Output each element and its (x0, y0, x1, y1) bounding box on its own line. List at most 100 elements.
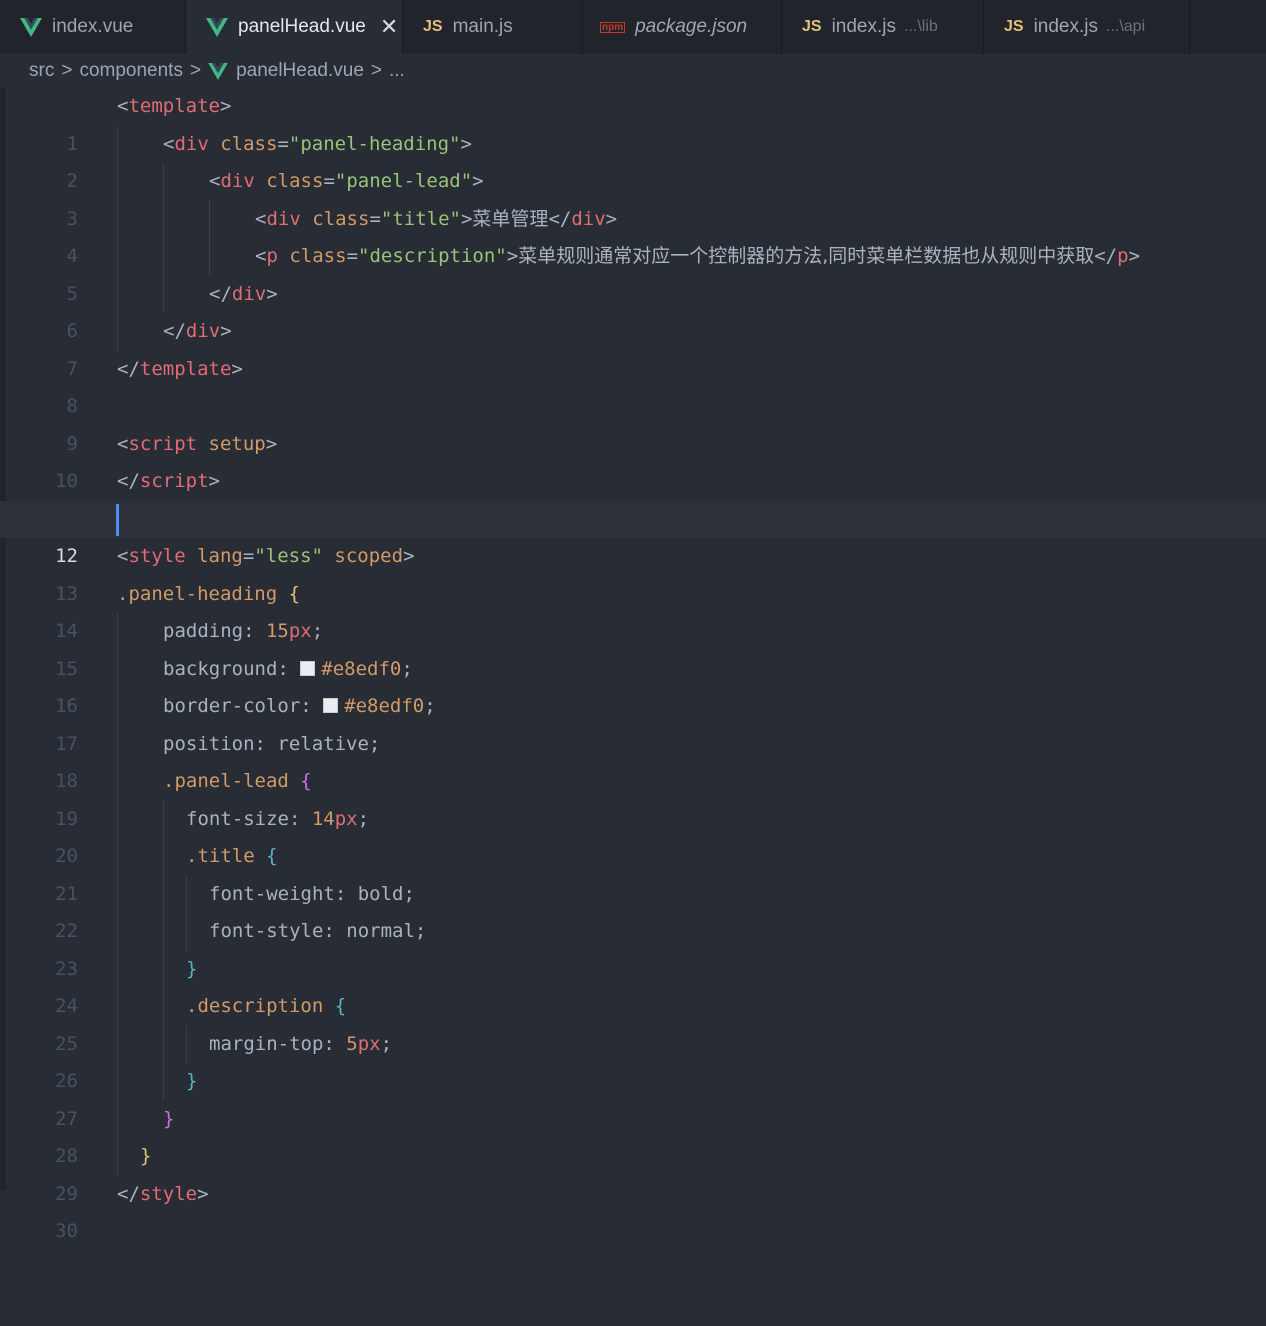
token: font-style (209, 920, 324, 942)
code-line: 13 <style lang="less" scoped> (0, 538, 1266, 605)
code-line: 27 } (0, 1063, 1266, 1130)
token: > (220, 320, 232, 342)
token: < (255, 207, 267, 230)
token: "less" (254, 545, 323, 567)
token: "title" (380, 207, 461, 230)
tab-label: index.vue (52, 16, 134, 37)
token: scoped (334, 545, 404, 567)
token: </ (117, 1182, 140, 1205)
token: </ (117, 357, 140, 380)
code-line: 8 </template> (0, 351, 1266, 418)
token: < (255, 245, 267, 267)
tab-label: panelHead.vue (238, 16, 366, 37)
token: > (231, 357, 243, 380)
token: font-weight (209, 882, 335, 905)
token: { (300, 770, 312, 792)
code-line: 17 border-color: #e8edf0; (0, 688, 1266, 755)
token: > (605, 207, 618, 230)
token: > (460, 132, 472, 155)
code-line: 1 <template> (0, 88, 1266, 155)
token: padding (163, 620, 244, 642)
token: } (163, 1107, 175, 1130)
code-line: 26 margin-top: 5px; (0, 1026, 1266, 1093)
js-icon: JS (423, 18, 443, 35)
token: ; (403, 882, 415, 905)
tab-index-js-lib[interactable]: JS index.js ...\lib (782, 0, 984, 54)
token: template (139, 357, 232, 380)
token: : (323, 1032, 347, 1055)
token: 5 (346, 1032, 358, 1055)
token: bold (357, 882, 404, 905)
code-line: 2 <div class="panel-heading"> (0, 126, 1266, 193)
tab-bar: index.vue panelHead.vue ✕ JS main.js npm… (0, 0, 1266, 54)
tab-label: index.js (831, 16, 896, 37)
token: : (254, 732, 278, 755)
token: { (334, 995, 347, 1017)
token: : (243, 620, 266, 642)
token: : (334, 882, 358, 905)
token: template (128, 95, 220, 117)
chevron-right-icon: > (370, 60, 382, 81)
token: ; (368, 732, 381, 755)
js-icon: JS (1004, 18, 1024, 35)
token: script (128, 432, 198, 455)
token: "description" (358, 245, 507, 267)
token: } (140, 1145, 152, 1167)
code-line-current[interactable]: 12 (0, 500, 1266, 567)
vue-icon (206, 17, 228, 37)
token: class (312, 207, 370, 230)
token: } (186, 1070, 198, 1092)
breadcrumb-item-file[interactable]: panelHead.vue (236, 60, 364, 82)
tab-panelhead-vue[interactable]: panelHead.vue ✕ (186, 0, 403, 54)
token: ; (357, 807, 370, 830)
close-icon[interactable]: ✕ (380, 14, 398, 40)
color-swatch[interactable] (300, 660, 316, 676)
token: 菜单管理 (472, 207, 549, 230)
token: 菜单规则通常对应一个控制器的方法,同时菜单栏数据也从规则中获取 (518, 245, 1095, 267)
tab-main-js[interactable]: JS main.js (403, 0, 583, 54)
token: = (323, 170, 335, 192)
tab-package-json[interactable]: npm package.json (583, 0, 782, 54)
token: div (571, 207, 606, 230)
breadcrumb-item-symbols[interactable]: ... (389, 60, 405, 82)
token: div (220, 170, 255, 192)
tab-index-js-api[interactable]: JS index.js ...\api (984, 0, 1190, 54)
token: font-size (186, 807, 289, 830)
token: } (186, 957, 198, 980)
token: { (266, 845, 278, 867)
tab-index-vue[interactable]: index.vue (0, 0, 186, 54)
code-line: 9 (0, 388, 1266, 455)
chevron-right-icon: > (61, 60, 73, 81)
code-line: 23 font-style: normal; (0, 913, 1266, 980)
code-line: 4 <div class="title">菜单管理</div> (0, 201, 1266, 268)
token: > (265, 432, 278, 455)
token: class (220, 132, 278, 155)
token: div (185, 320, 221, 342)
breadcrumb-item-src[interactable]: src (29, 60, 54, 82)
token: ; (424, 695, 436, 717)
token: normal (346, 920, 415, 942)
token: ; (414, 920, 427, 942)
token: div (231, 282, 267, 305)
token: background (163, 657, 278, 680)
token: = (346, 245, 359, 267)
token: < (117, 545, 129, 567)
token: > (208, 470, 220, 492)
chevron-right-icon: > (189, 60, 202, 81)
code-line: 10 <script setup> (0, 426, 1266, 493)
token: > (472, 170, 484, 192)
token: div (174, 132, 209, 155)
color-swatch[interactable] (323, 698, 339, 713)
token: relative (277, 732, 369, 755)
token: style (139, 1182, 198, 1205)
token: px (357, 1032, 381, 1055)
code-line: 28 } (0, 1101, 1266, 1168)
token: = (277, 132, 289, 155)
token: < (209, 170, 221, 192)
code-line: 22 font-weight: bold; (0, 876, 1266, 943)
token: div (266, 207, 301, 230)
token: </ (163, 320, 186, 342)
breadcrumb-item-components[interactable]: components (79, 60, 183, 82)
code-editor[interactable]: 1 <template> 2 <div class="panel-heading… (0, 88, 1266, 1258)
token: script (139, 470, 209, 492)
